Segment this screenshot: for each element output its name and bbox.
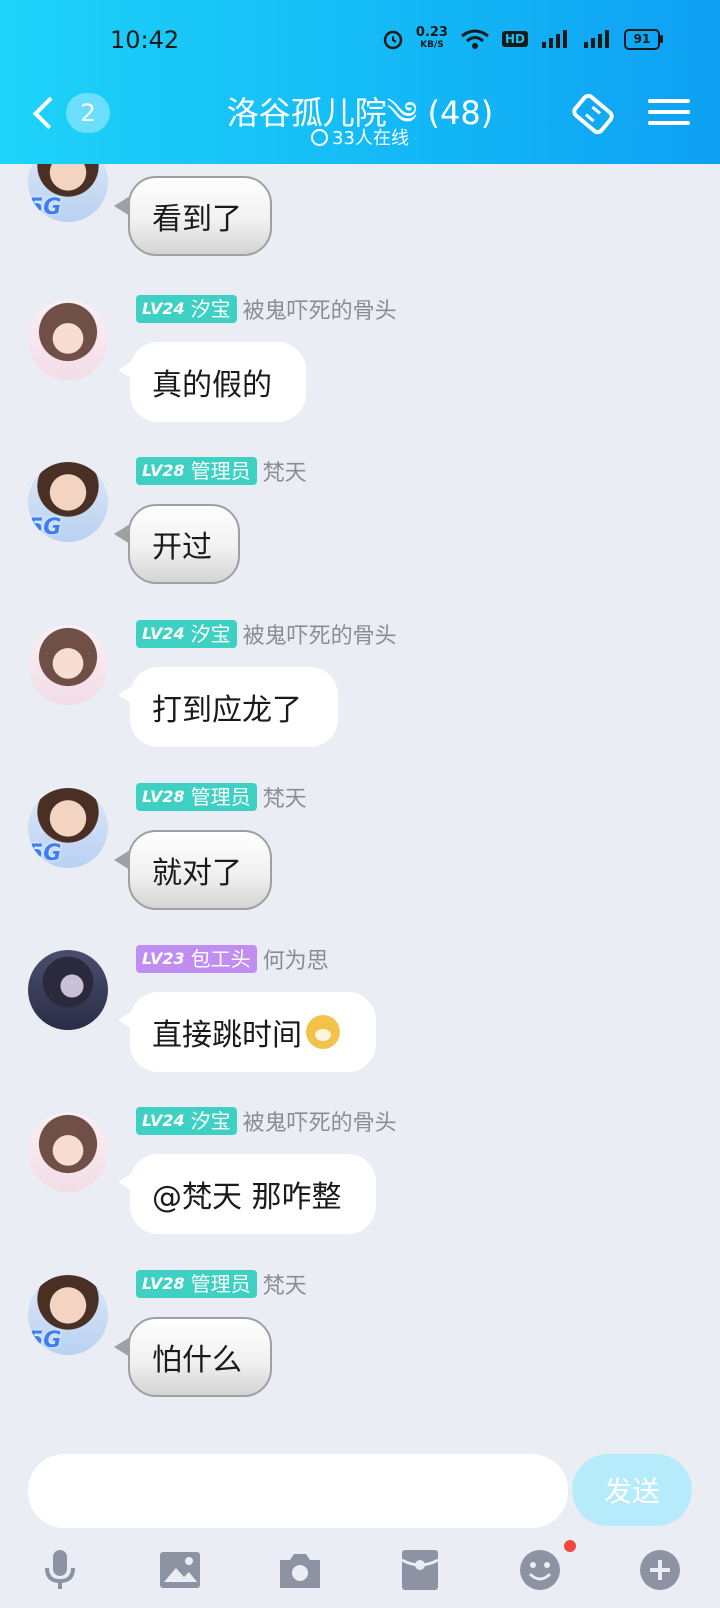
level-tag: LV24 汐宝 [136,1107,237,1135]
alarm-icon [383,30,403,50]
level-tag: LV28 管理员 [136,783,257,811]
microphone-icon[interactable] [36,1546,84,1594]
net-speed: 0.23 KB/S [415,25,448,50]
image-icon[interactable] [156,1546,204,1594]
level-tag: LV24 汐宝 [136,295,237,323]
battery-icon: 91 [624,28,663,50]
menu-button[interactable] [644,92,694,136]
boy-avatar[interactable]: 5G [28,462,108,542]
wifi-icon [461,29,489,49]
sender-meta: LV24 汐宝 被鬼吓死的骨头 [136,619,397,649]
message-bubble[interactable]: 开过 [114,504,240,584]
girl-avatar[interactable] [28,625,108,705]
level-tag: LV28 管理员 [136,457,257,485]
hd-icon: HD [501,31,528,47]
sender-name[interactable]: 被鬼吓死的骨头 [243,1105,397,1137]
menu-icon [644,99,694,125]
girl-avatar[interactable] [28,1112,108,1192]
sender-name[interactable]: 何为思 [263,943,329,975]
emoji-icon[interactable] [516,1546,564,1594]
online-icon [311,129,329,146]
dog-emoji-icon [306,1015,340,1049]
chat-header: 10:42 0.23 KB/S HD 91 2 洛谷孤儿院༄ (48) 33人在线 [0,0,720,164]
send-button[interactable]: 发送 [572,1454,692,1526]
boy-avatar[interactable]: 5G [28,164,108,222]
sender-name[interactable]: 梵天 [263,781,307,813]
notification-dot [564,1540,576,1552]
message-bubble[interactable]: @梵天 那咋整 [118,1154,376,1234]
message-bubble[interactable]: 真的假的 [118,342,306,422]
status-icons: 0.23 KB/S HD 91 [382,25,663,52]
signal-icon [542,30,567,48]
message-input[interactable] [28,1454,568,1528]
sender-meta: LV28 管理员 梵天 [136,782,307,812]
sender-name[interactable]: 梵天 [263,455,307,487]
sender-name[interactable]: 梵天 [263,1268,307,1300]
sender-meta: LV24 汐宝 被鬼吓死的骨头 [136,1106,397,1136]
camera-icon[interactable] [276,1546,324,1594]
sender-meta: LV28 管理员 梵天 [136,456,307,486]
level-tag: LV28 管理员 [136,1270,257,1298]
message-bubble[interactable]: 怕什么 [114,1317,272,1397]
message-bubble[interactable]: 看到了 [114,176,272,256]
plus-icon[interactable] [636,1546,684,1594]
level-tag: LV24 汐宝 [136,620,237,648]
red-packet-icon[interactable] [396,1546,444,1594]
boy-avatar[interactable]: 5G [28,788,108,868]
message-list[interactable]: 5G 看到了 LV24 汐宝 被鬼吓死的骨头 真的假的 5G LV28 管理员 梵天… [0,164,720,1454]
sender-name[interactable]: 被鬼吓死的骨头 [243,293,397,325]
status-time: 10:42 [110,26,180,54]
girl-avatar[interactable] [28,300,108,380]
ticket-icon [572,93,614,135]
message-bubble[interactable]: 直接跳时间 [118,992,376,1072]
signal-icon [584,30,609,48]
sender-name[interactable]: 被鬼吓死的骨头 [243,618,397,650]
message-bubble[interactable]: 打到应龙了 [118,667,338,747]
input-toolbar [0,1534,720,1608]
ticket-button[interactable] [568,92,618,136]
dark-avatar[interactable] [28,950,108,1030]
message-bubble[interactable]: 就对了 [114,830,272,910]
compose-bar: 发送 [0,1454,720,1534]
level-tag: LV23 包工头 [136,945,257,973]
sender-meta: LV28 管理员 梵天 [136,1269,307,1299]
sender-meta: LV23 包工头 何为思 [136,944,329,974]
sender-meta: LV24 汐宝 被鬼吓死的骨头 [136,294,397,324]
boy-avatar[interactable]: 5G [28,1275,108,1355]
